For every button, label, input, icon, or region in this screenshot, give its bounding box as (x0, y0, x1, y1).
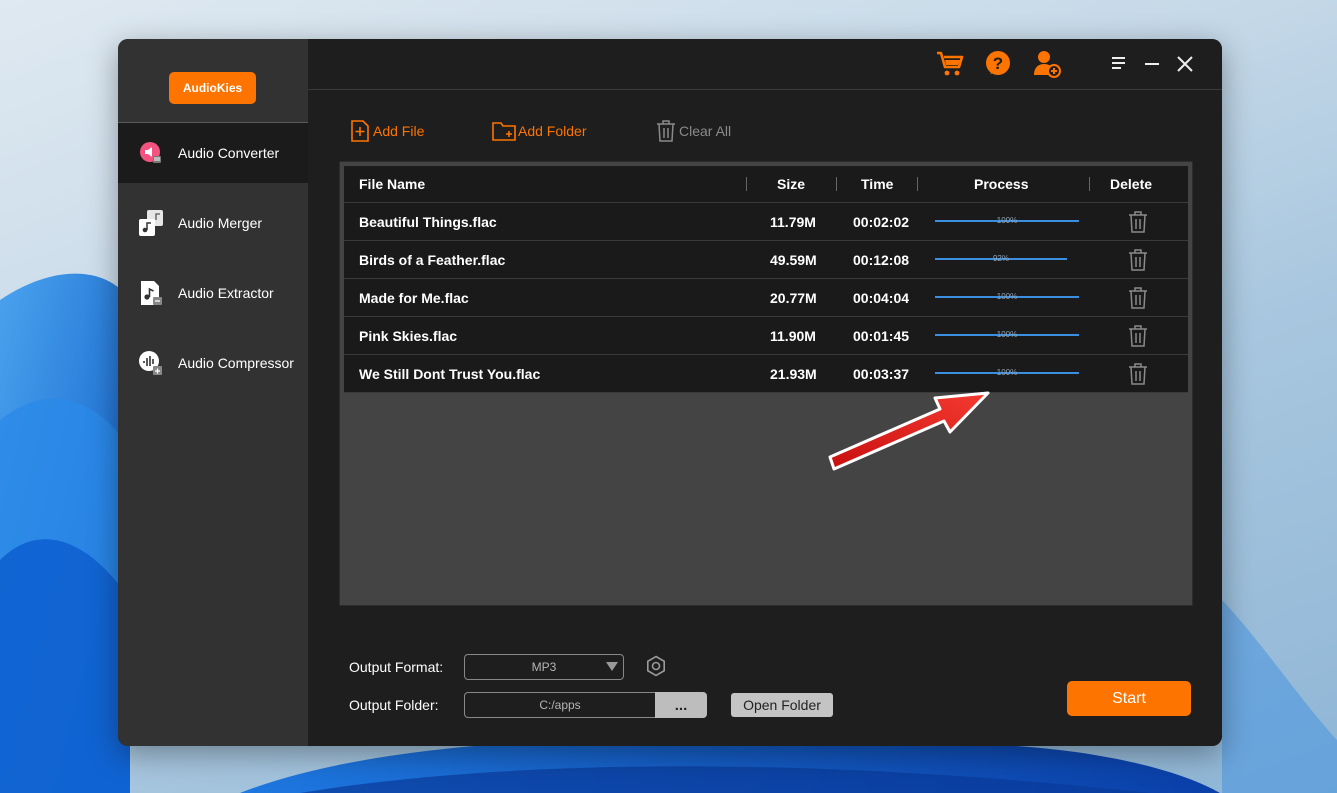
table-row[interactable]: Birds of a Feather.flac 49.59M 00:12:08 … (344, 241, 1188, 279)
column-divider (746, 177, 747, 191)
file-name-cell: Beautiful Things.flac (359, 213, 497, 230)
sidebar: AudioKies Audio Converter Audio Merger A… (118, 39, 308, 746)
sidebar-item-label: Audio Extractor (178, 285, 274, 301)
time-cell: 00:12:08 (853, 251, 910, 268)
settings-icon[interactable] (645, 655, 667, 677)
table-row[interactable]: Made for Me.flac 20.77M 00:04:04 100% (344, 279, 1188, 317)
column-divider (836, 177, 837, 191)
delete-icon[interactable] (1128, 249, 1148, 271)
progress-text: 100% (996, 330, 1018, 339)
menu-icon[interactable] (1104, 49, 1134, 79)
size-cell: 21.93M (770, 365, 817, 382)
add-file-button[interactable]: Add File (349, 119, 424, 143)
audio-converter-icon (138, 140, 164, 166)
header-file-name: File Name (359, 176, 426, 192)
sidebar-item-label: Audio Compressor (178, 355, 294, 371)
sidebar-item-audio-extractor[interactable]: Audio Extractor (118, 263, 308, 323)
cart-icon[interactable] (935, 49, 965, 79)
start-button[interactable]: Start (1067, 681, 1191, 716)
app-window: AudioKies Audio Converter Audio Merger A… (118, 39, 1222, 746)
size-cell: 11.90M (770, 327, 816, 344)
delete-icon[interactable] (1128, 325, 1148, 347)
header-process: Process (974, 176, 1029, 192)
progress-text: 100% (996, 292, 1018, 301)
table-row[interactable]: Beautiful Things.flac 11.79M 00:02:02 10… (344, 203, 1188, 241)
audio-extractor-icon (138, 280, 164, 306)
main-panel: ? Add File Add Folder Clear All File Nam… (308, 39, 1222, 746)
file-name-cell: Made for Me.flac (359, 289, 469, 306)
sidebar-item-audio-merger[interactable]: Audio Merger (118, 193, 308, 253)
chevron-down-icon (606, 662, 618, 671)
time-cell: 00:02:02 (853, 213, 910, 230)
file-name-cell: We Still Dont Trust You.flac (359, 365, 541, 382)
title-bar: ? (308, 39, 1222, 90)
logo-area: AudioKies (118, 39, 308, 123)
browse-button[interactable]: ... (655, 692, 707, 718)
size-cell: 49.59M (770, 251, 817, 268)
progress-text: 100% (996, 216, 1018, 225)
audio-merger-icon (138, 210, 164, 236)
delete-icon[interactable] (1128, 363, 1148, 385)
output-folder-field[interactable]: C:/apps (464, 692, 655, 718)
delete-icon[interactable] (1128, 287, 1148, 309)
sidebar-item-audio-converter[interactable]: Audio Converter (118, 123, 308, 183)
sidebar-item-label: Audio Converter (178, 145, 280, 161)
file-name-cell: Birds of a Feather.flac (359, 251, 506, 268)
svg-text:?: ? (993, 54, 1003, 73)
size-cell: 11.79M (770, 213, 816, 230)
table-row[interactable]: Pink Skies.flac 11.90M 00:01:45 100% (344, 317, 1188, 355)
size-cell: 20.77M (770, 289, 817, 306)
column-divider (1089, 177, 1090, 191)
clear-all-label: Clear All (679, 123, 732, 139)
sidebar-item-audio-compressor[interactable]: Audio Compressor (118, 333, 308, 393)
time-cell: 00:03:37 (853, 365, 910, 382)
output-folder-label: Output Folder: (349, 697, 439, 713)
help-icon[interactable]: ? (984, 49, 1014, 79)
time-cell: 00:01:45 (853, 327, 910, 344)
output-format-select[interactable]: MP3 (464, 654, 624, 680)
file-name-cell: Pink Skies.flac (359, 327, 458, 344)
progress-text: 100% (996, 368, 1018, 377)
column-divider (917, 177, 918, 191)
add-folder-icon (492, 122, 516, 141)
open-folder-button[interactable]: Open Folder (731, 693, 833, 717)
output-format-label: Output Format: (349, 659, 444, 675)
add-folder-button[interactable]: Add Folder (492, 119, 586, 143)
header-size: Size (777, 176, 806, 192)
table-row[interactable]: We Still Dont Trust You.flac 21.93M 00:0… (344, 355, 1188, 393)
trash-icon (657, 120, 675, 142)
table-header: File Name Size Time Process Delete (344, 166, 1188, 203)
progress-text: 92% (992, 254, 1009, 263)
add-file-label: Add File (373, 123, 425, 139)
audio-compressor-icon (138, 350, 164, 376)
delete-icon[interactable] (1128, 211, 1148, 233)
toolbar: Add File Add Folder Clear All (308, 119, 1222, 143)
header-delete: Delete (1110, 176, 1153, 192)
add-file-icon (351, 120, 369, 142)
app-logo: AudioKies (169, 72, 256, 104)
add-folder-label: Add Folder (518, 123, 587, 139)
time-cell: 00:04:04 (853, 289, 910, 306)
file-list-panel: File Name Size Time Process Delete Beaut… (339, 161, 1193, 606)
header-time: Time (861, 176, 894, 192)
output-settings: Output Format: MP3 Output Folder: C:/app… (308, 639, 1222, 746)
minimize-icon[interactable] (1137, 49, 1167, 79)
output-format-value: MP3 (531, 660, 557, 674)
sidebar-item-label: Audio Merger (178, 215, 263, 231)
close-icon[interactable] (1170, 49, 1200, 79)
user-add-icon[interactable] (1032, 49, 1062, 79)
clear-all-button[interactable]: Clear All (655, 119, 731, 143)
